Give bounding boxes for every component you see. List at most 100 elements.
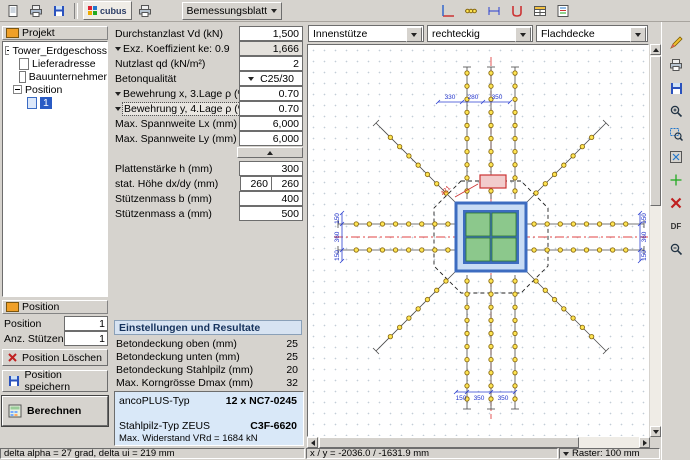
live-load-input[interactable] [239, 56, 303, 71]
df-label: DF [671, 222, 682, 231]
scroll-up-button[interactable] [650, 44, 661, 55]
print-icon[interactable] [135, 1, 155, 20]
horizontal-scrollbar[interactable] [307, 437, 650, 448]
columns-count-row: Anz. Stützen [2, 331, 108, 346]
concrete-grade-combo[interactable]: C25/30 [239, 71, 303, 86]
expander-icon[interactable] [115, 107, 121, 111]
column-size-b-input[interactable] [239, 191, 303, 206]
tree-expander-icon[interactable] [5, 46, 9, 55]
status-raster[interactable]: Raster: 100 mm [559, 448, 660, 459]
expander-icon[interactable] [115, 92, 121, 96]
slab-thickness-input[interactable] [239, 161, 303, 176]
reinforcement-y-input[interactable] [239, 101, 303, 116]
tree-item-label[interactable]: Lieferadresse [32, 58, 96, 70]
zoom-extents-icon[interactable] [665, 147, 688, 167]
tree-item-position-child[interactable]: 1 [5, 96, 107, 109]
dimension-icon[interactable] [484, 1, 504, 20]
dim-label-right: 360 [641, 231, 648, 242]
column-size-a-input[interactable] [239, 206, 303, 221]
calculate-label: Berechnen [27, 405, 81, 417]
main-canvas[interactable]: 421 330 280 350 150 360 150 150 360 150 … [307, 44, 649, 437]
table-icon[interactable] [530, 1, 550, 20]
tree-selected-item[interactable]: 1 [40, 97, 52, 109]
slab-type-value: Flachdecke [541, 28, 595, 40]
tree-item-root[interactable]: Tower_Erdgeschoss [5, 44, 107, 57]
save-disk-icon [8, 375, 20, 387]
dropdown-button[interactable] [515, 27, 531, 42]
result-label: Betondeckung unten (mm) [116, 351, 240, 363]
pilz-type-label: Stahlpilz-Typ ZEUS [119, 420, 210, 432]
span-lx-input[interactable] [239, 116, 303, 131]
edit-pencil-icon[interactable] [665, 32, 688, 52]
delete-position-label: Position Löschen [22, 352, 102, 364]
position-input[interactable] [64, 316, 108, 331]
project-panel-header[interactable]: Projekt [2, 26, 108, 40]
dim-label-bottom: 350 [498, 395, 509, 402]
dim-label-right: 150 [641, 250, 648, 261]
project-tree: Tower_Erdgeschoss Lieferadresse Bauunter… [2, 41, 108, 297]
scroll-left-button[interactable] [307, 437, 318, 448]
sheet-selector-label: Bemessungsblatt [187, 5, 268, 17]
result-value: 25 [286, 338, 298, 350]
field-label: Bewehrung x, 3.Lage ρ (%) [115, 88, 250, 100]
tree-item-label[interactable]: Position [25, 84, 62, 96]
zoom-out-icon[interactable] [665, 239, 688, 259]
print-preview-icon[interactable] [26, 1, 46, 20]
tree-expander-icon[interactable] [13, 85, 22, 94]
field-label: Max. Spannweite Lx (mm) [115, 118, 237, 130]
span-ly-input[interactable] [239, 131, 303, 146]
collapse-button[interactable] [237, 147, 303, 158]
hscroll-thumb[interactable] [319, 437, 579, 448]
tree-root-label[interactable]: Tower_Erdgeschoss [12, 45, 107, 57]
punching-load-input[interactable] [239, 26, 303, 41]
sheet-selector-dropdown[interactable]: Bemessungsblatt [182, 2, 283, 20]
chevron-down-icon [271, 9, 277, 13]
df-layers-toggle[interactable]: DF [665, 216, 688, 236]
scroll-down-button[interactable] [650, 426, 661, 437]
dropdown-button[interactable] [406, 27, 422, 42]
field-label: Stützenmass a (mm) [115, 208, 212, 220]
tree-item[interactable]: Bauunternehmer [5, 70, 107, 83]
column-shape-combo[interactable]: rechteckig [427, 25, 533, 42]
save-icon[interactable] [49, 1, 69, 20]
tree-item[interactable]: Lieferadresse [5, 57, 107, 70]
save-position-button[interactable]: Position speichern [2, 370, 108, 392]
result-value: 25 [286, 351, 298, 363]
columns-count-input[interactable] [64, 331, 108, 346]
support-type-combo[interactable]: Innenstütze [308, 25, 424, 42]
vscroll-thumb[interactable] [650, 56, 661, 206]
reinforcement-x-input[interactable] [239, 86, 303, 101]
stud-rail-icon[interactable] [461, 1, 481, 20]
pan-icon[interactable] [665, 170, 688, 190]
static-height-dy-input[interactable] [271, 176, 303, 191]
position-panel-header[interactable]: Position [2, 300, 108, 314]
dropdown-button[interactable] [630, 27, 646, 42]
slab-type-combo[interactable]: Flachdecke [536, 25, 648, 42]
calculate-button[interactable]: Berechnen [2, 396, 108, 426]
vertical-scrollbar[interactable] [650, 44, 661, 437]
zoom-in-icon[interactable] [665, 101, 688, 121]
field-label: stat. Höhe dx/dy (mm) [115, 178, 218, 190]
column-section [456, 203, 526, 271]
static-height-dx-input[interactable] [240, 176, 272, 191]
axes-icon[interactable] [438, 1, 458, 20]
legend-icon[interactable] [553, 1, 573, 20]
dim-label-left: 150 [334, 213, 341, 224]
tree-item-position[interactable]: Position [5, 83, 107, 96]
reinforcement-icon[interactable] [507, 1, 527, 20]
delete-position-button[interactable]: Position Löschen [2, 349, 108, 366]
save-icon[interactable] [665, 78, 688, 98]
cubus-logo-button[interactable]: cubus [83, 1, 132, 20]
field-label: Max. Spannweite Ly (mm) [115, 133, 237, 145]
dim-label-top: 350 [492, 94, 503, 101]
expander-icon[interactable] [115, 47, 121, 51]
print-icon[interactable] [665, 55, 688, 75]
delete-icon[interactable] [665, 193, 688, 213]
scroll-right-button[interactable] [639, 437, 650, 448]
zoom-window-icon[interactable] [665, 124, 688, 144]
diagonal-leader-line [455, 184, 478, 197]
result-label: Betondeckung oben (mm) [116, 338, 237, 350]
new-document-icon[interactable] [3, 1, 23, 20]
tree-item-label[interactable]: Bauunternehmer [29, 71, 107, 83]
field-label: Exz. Koeffizient ke: 0.9 [115, 43, 230, 55]
